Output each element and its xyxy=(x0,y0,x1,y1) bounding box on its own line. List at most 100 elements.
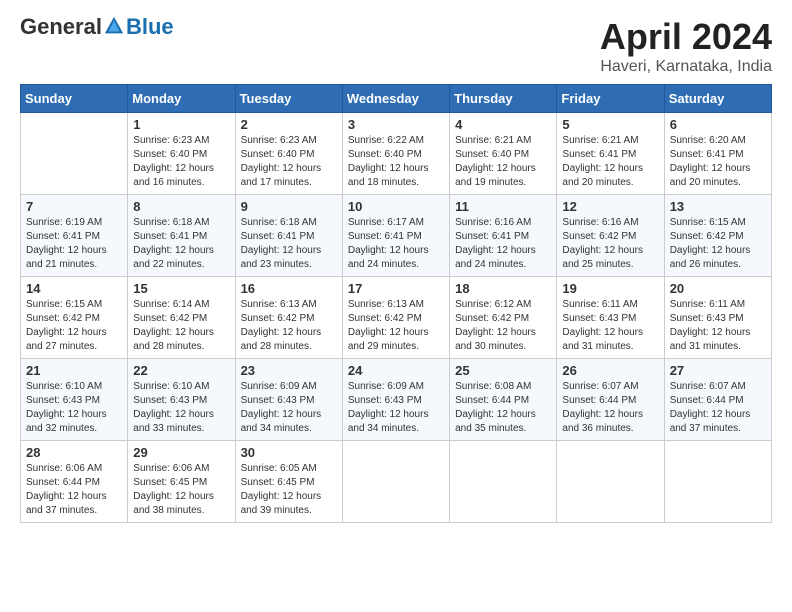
calendar-subtitle: Haveri, Karnataka, India xyxy=(600,58,772,76)
day-detail: Sunrise: 6:07 AMSunset: 6:44 PMDaylight:… xyxy=(562,380,658,436)
week-row-3: 14 Sunrise: 6:15 AMSunset: 6:42 PMDayligh… xyxy=(21,277,772,359)
week-row-4: 21 Sunrise: 6:10 AMSunset: 6:43 PMDayligh… xyxy=(21,359,772,441)
weekday-header-saturday: Saturday xyxy=(664,85,771,113)
day-number: 3 xyxy=(348,117,444,132)
day-number: 23 xyxy=(241,363,337,378)
day-number: 29 xyxy=(133,445,229,460)
weekday-header-monday: Monday xyxy=(128,85,235,113)
day-detail: Sunrise: 6:20 AMSunset: 6:41 PMDaylight:… xyxy=(670,134,766,190)
weekday-header-thursday: Thursday xyxy=(450,85,557,113)
calendar-cell: 3Sunrise: 6:22 AMSunset: 6:40 PMDaylight… xyxy=(342,113,449,195)
day-detail: Sunrise: 6:12 AMSunset: 6:42 PMDaylight:… xyxy=(455,298,551,354)
title-block: April 2024 Haveri, Karnataka, India xyxy=(600,16,772,76)
weekday-header-row: SundayMondayTuesdayWednesdayThursdayFrid… xyxy=(21,85,772,113)
day-number: 22 xyxy=(133,363,229,378)
day-detail: Sunrise: 6:23 AMSunset: 6:40 PMDaylight:… xyxy=(241,134,337,190)
day-number: 16 xyxy=(241,281,337,296)
calendar-cell: 26 Sunrise: 6:07 AMSunset: 6:44 PMDayligh… xyxy=(557,359,664,441)
calendar-cell: 21 Sunrise: 6:10 AMSunset: 6:43 PMDayligh… xyxy=(21,359,128,441)
week-row-2: 7 Sunrise: 6:19 AMSunset: 6:41 PMDaylight… xyxy=(21,195,772,277)
calendar-title: April 2024 xyxy=(600,16,772,58)
day-number: 28 xyxy=(26,445,122,460)
calendar-cell: 27Sunrise: 6:07 AMSunset: 6:44 PMDayligh… xyxy=(664,359,771,441)
day-detail: Sunrise: 6:10 AMSunset: 6:43 PMDaylight:… xyxy=(26,380,122,436)
calendar-cell: 25 Sunrise: 6:08 AMSunset: 6:44 PMDayligh… xyxy=(450,359,557,441)
day-number: 18 xyxy=(455,281,551,296)
calendar-cell: 28 Sunrise: 6:06 AMSunset: 6:44 PMDayligh… xyxy=(21,441,128,523)
calendar-cell xyxy=(557,441,664,523)
calendar-cell: 22Sunrise: 6:10 AMSunset: 6:43 PMDayligh… xyxy=(128,359,235,441)
day-detail: Sunrise: 6:09 AMSunset: 6:43 PMDaylight:… xyxy=(348,380,444,436)
calendar-cell: 30Sunrise: 6:05 AMSunset: 6:45 PMDayligh… xyxy=(235,441,342,523)
day-number: 2 xyxy=(241,117,337,132)
day-detail: Sunrise: 6:06 AMSunset: 6:45 PMDaylight:… xyxy=(133,462,229,518)
day-number: 14 xyxy=(26,281,122,296)
page-header: GeneralBlue April 2024 Haveri, Karnataka… xyxy=(20,16,772,76)
calendar-cell: 12 Sunrise: 6:16 AMSunset: 6:42 PMDayligh… xyxy=(557,195,664,277)
logo-blue: Blue xyxy=(126,14,174,39)
weekday-header-tuesday: Tuesday xyxy=(235,85,342,113)
day-number: 4 xyxy=(455,117,551,132)
calendar-cell: 20Sunrise: 6:11 AMSunset: 6:43 PMDayligh… xyxy=(664,277,771,359)
day-detail: Sunrise: 6:16 AMSunset: 6:41 PMDaylight:… xyxy=(455,216,551,272)
calendar-table: SundayMondayTuesdayWednesdayThursdayFrid… xyxy=(20,84,772,523)
day-detail: Sunrise: 6:23 AMSunset: 6:40 PMDaylight:… xyxy=(133,134,229,190)
day-detail: Sunrise: 6:09 AMSunset: 6:43 PMDaylight:… xyxy=(241,380,337,436)
calendar-cell: 19 Sunrise: 6:11 AMSunset: 6:43 PMDayligh… xyxy=(557,277,664,359)
day-number: 13 xyxy=(670,199,766,214)
day-detail: Sunrise: 6:16 AMSunset: 6:42 PMDaylight:… xyxy=(562,216,658,272)
day-detail: Sunrise: 6:08 AMSunset: 6:44 PMDaylight:… xyxy=(455,380,551,436)
day-detail: Sunrise: 6:13 AMSunset: 6:42 PMDaylight:… xyxy=(241,298,337,354)
day-detail: Sunrise: 6:21 AMSunset: 6:41 PMDaylight:… xyxy=(562,134,658,190)
day-detail: Sunrise: 6:06 AMSunset: 6:44 PMDaylight:… xyxy=(26,462,122,518)
logo: GeneralBlue xyxy=(20,16,174,39)
day-detail: Sunrise: 6:11 AMSunset: 6:43 PMDaylight:… xyxy=(562,298,658,354)
calendar-cell xyxy=(21,113,128,195)
calendar-cell: 17 Sunrise: 6:13 AMSunset: 6:42 PMDayligh… xyxy=(342,277,449,359)
day-number: 10 xyxy=(348,199,444,214)
day-detail: Sunrise: 6:17 AMSunset: 6:41 PMDaylight:… xyxy=(348,216,444,272)
week-row-1: 1 Sunrise: 6:23 AMSunset: 6:40 PMDaylight… xyxy=(21,113,772,195)
day-number: 20 xyxy=(670,281,766,296)
calendar-cell: 23 Sunrise: 6:09 AMSunset: 6:43 PMDayligh… xyxy=(235,359,342,441)
calendar-cell: 18 Sunrise: 6:12 AMSunset: 6:42 PMDayligh… xyxy=(450,277,557,359)
day-detail: Sunrise: 6:21 AMSunset: 6:40 PMDaylight:… xyxy=(455,134,551,190)
day-number: 6 xyxy=(670,117,766,132)
calendar-cell: 6 Sunrise: 6:20 AMSunset: 6:41 PMDaylight… xyxy=(664,113,771,195)
day-number: 15 xyxy=(133,281,229,296)
calendar-cell: 16 Sunrise: 6:13 AMSunset: 6:42 PMDayligh… xyxy=(235,277,342,359)
day-number: 19 xyxy=(562,281,658,296)
day-number: 1 xyxy=(133,117,229,132)
day-number: 9 xyxy=(241,199,337,214)
weekday-header-sunday: Sunday xyxy=(21,85,128,113)
weekday-header-wednesday: Wednesday xyxy=(342,85,449,113)
calendar-cell: 8 Sunrise: 6:18 AMSunset: 6:41 PMDaylight… xyxy=(128,195,235,277)
calendar-cell: 5 Sunrise: 6:21 AMSunset: 6:41 PMDaylight… xyxy=(557,113,664,195)
day-number: 21 xyxy=(26,363,122,378)
calendar-cell xyxy=(664,441,771,523)
day-number: 5 xyxy=(562,117,658,132)
day-detail: Sunrise: 6:18 AMSunset: 6:41 PMDaylight:… xyxy=(133,216,229,272)
calendar-cell: 13Sunrise: 6:15 AMSunset: 6:42 PMDayligh… xyxy=(664,195,771,277)
week-row-5: 28 Sunrise: 6:06 AMSunset: 6:44 PMDayligh… xyxy=(21,441,772,523)
weekday-header-friday: Friday xyxy=(557,85,664,113)
day-detail: Sunrise: 6:15 AMSunset: 6:42 PMDaylight:… xyxy=(26,298,122,354)
day-number: 17 xyxy=(348,281,444,296)
day-number: 26 xyxy=(562,363,658,378)
day-number: 8 xyxy=(133,199,229,214)
day-detail: Sunrise: 6:13 AMSunset: 6:42 PMDaylight:… xyxy=(348,298,444,354)
calendar-cell: 29 Sunrise: 6:06 AMSunset: 6:45 PMDayligh… xyxy=(128,441,235,523)
day-number: 7 xyxy=(26,199,122,214)
calendar-cell: 24Sunrise: 6:09 AMSunset: 6:43 PMDayligh… xyxy=(342,359,449,441)
day-detail: Sunrise: 6:19 AMSunset: 6:41 PMDaylight:… xyxy=(26,216,122,272)
day-number: 12 xyxy=(562,199,658,214)
day-detail: Sunrise: 6:05 AMSunset: 6:45 PMDaylight:… xyxy=(241,462,337,518)
day-detail: Sunrise: 6:18 AMSunset: 6:41 PMDaylight:… xyxy=(241,216,337,272)
day-number: 25 xyxy=(455,363,551,378)
calendar-cell: 4 Sunrise: 6:21 AMSunset: 6:40 PMDaylight… xyxy=(450,113,557,195)
day-number: 11 xyxy=(455,199,551,214)
calendar-cell: 14 Sunrise: 6:15 AMSunset: 6:42 PMDayligh… xyxy=(21,277,128,359)
calendar-cell xyxy=(342,441,449,523)
calendar-cell: 7 Sunrise: 6:19 AMSunset: 6:41 PMDaylight… xyxy=(21,195,128,277)
day-detail: Sunrise: 6:14 AMSunset: 6:42 PMDaylight:… xyxy=(133,298,229,354)
